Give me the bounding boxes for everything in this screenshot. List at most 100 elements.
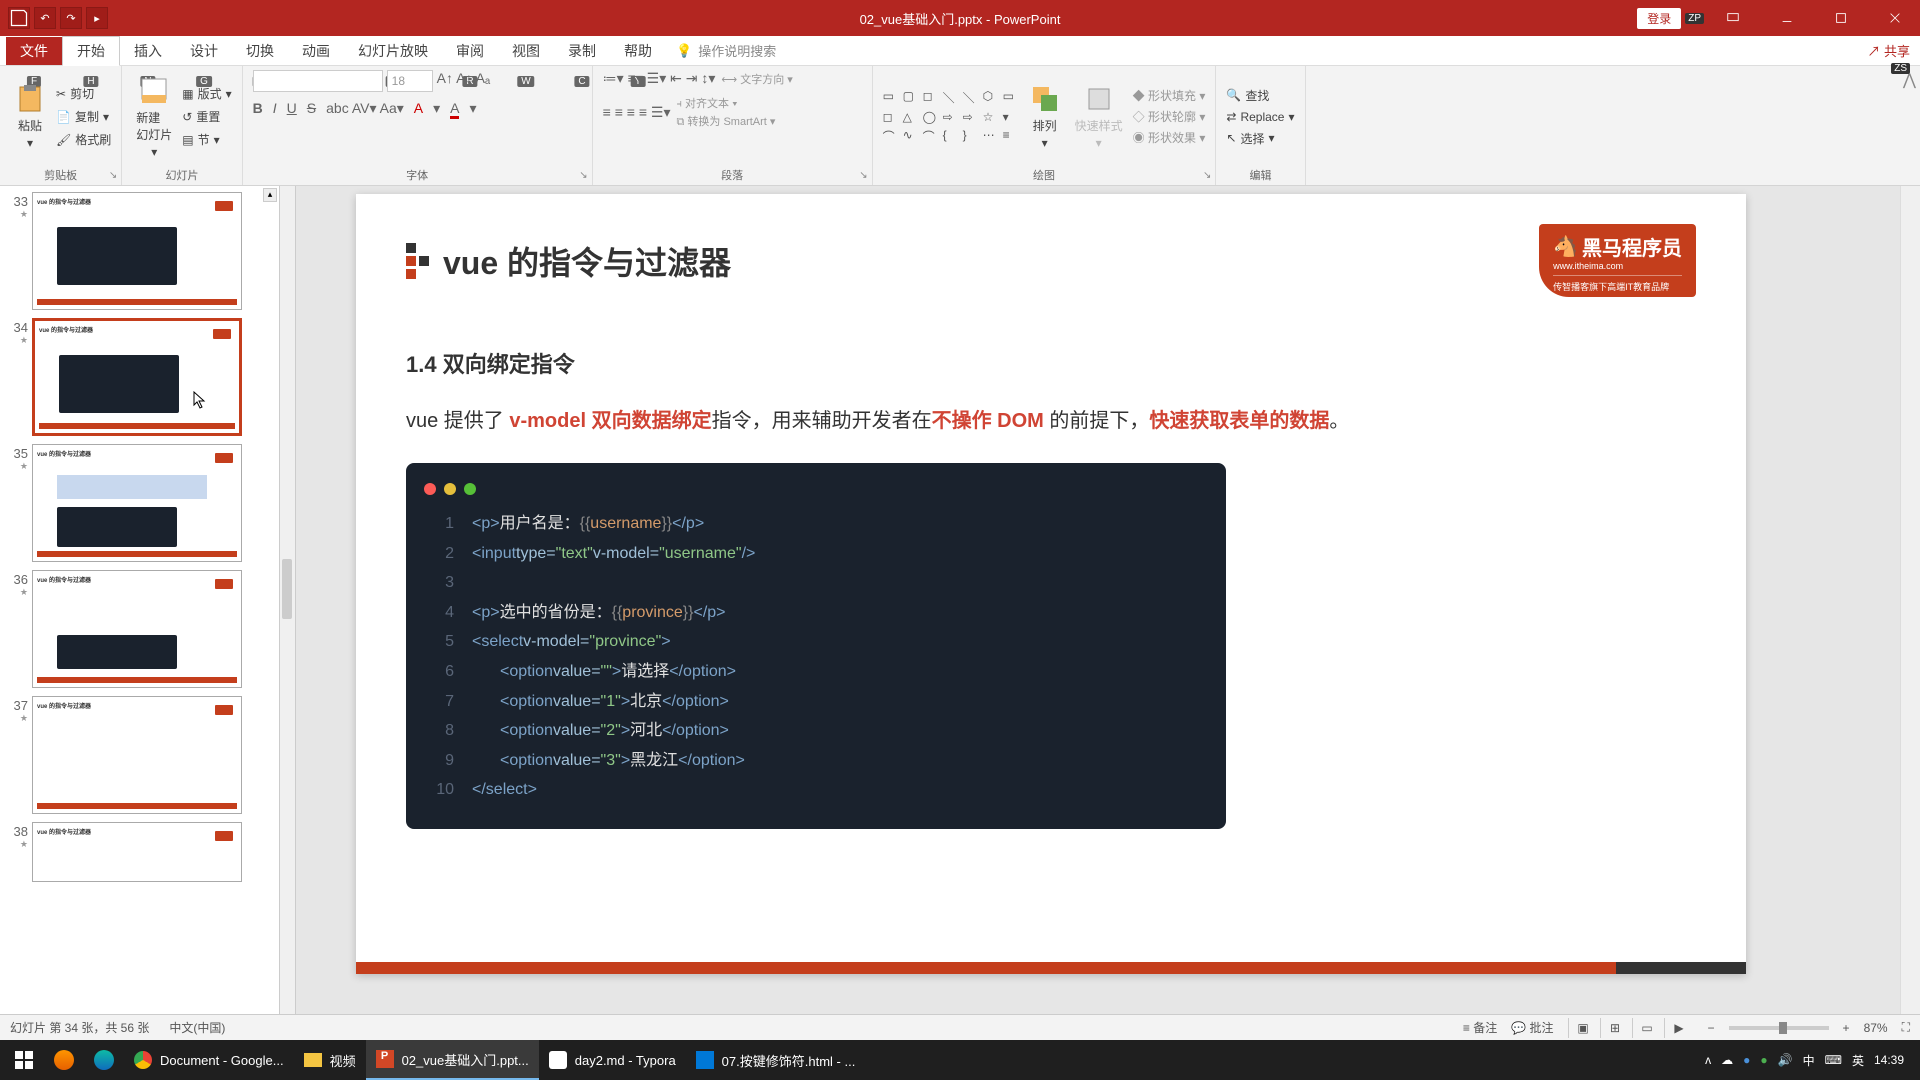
find-button[interactable]: 🔍 查找 (1226, 87, 1294, 104)
quick-styles[interactable]: 快速样式▾ (1071, 81, 1127, 152)
ribbon: 粘贴▾ ✂ 剪切 📄 复制 ▾ 🖌 格式刷 剪贴板↘ 新建 幻灯片▾ ▦ 版式 … (0, 66, 1920, 186)
comments-button[interactable]: 💬 批注 (1511, 1019, 1553, 1036)
minimize-button[interactable] (1762, 0, 1812, 36)
text-direction[interactable]: ⟷ 文字方向 ▾ (721, 71, 792, 87)
slide-title: vue 的指令与过滤器 (443, 238, 731, 284)
qa-undo[interactable]: ↶2 (34, 7, 56, 29)
tab-record[interactable]: 录制C (554, 37, 610, 65)
display-options[interactable] (1708, 0, 1758, 36)
normal-view[interactable]: ▣ (1568, 1018, 1598, 1038)
group-drawing: ▭▢◻＼＼⬡▭ ◻△◯⇨⇨☆▾ ⌒∿⌒{}⋯≡ 排列▾ 快速样式▾ ◆ 形状填充… (873, 66, 1217, 185)
tab-transitions[interactable]: 切换K (232, 37, 288, 65)
itheima-logo: 🐴 黑马程序员 www.itheima.com 传智播客旗下高端IT教育品牌 (1539, 224, 1696, 297)
arrange-button[interactable]: 排列▾ (1025, 81, 1065, 152)
reading-view[interactable]: ▭ (1632, 1018, 1662, 1038)
fit-to-window[interactable]: ⛶ (1902, 1020, 1910, 1035)
group-font: A↑ A↓ Aₐ B I U S abc AV▾ Aa▾ A▾ A▾ 字体↘ (243, 66, 593, 185)
task-edge[interactable] (84, 1040, 124, 1080)
system-tray[interactable]: ʌ ☁ ●●🔊 中⌨英 14:39 (1705, 1052, 1916, 1069)
body-text: vue 提供了 v-model 双向数据绑定指令，用来辅助开发者在不操作 DOM… (406, 403, 1696, 439)
task-vscode[interactable]: 07.按键修饰符.html - ... (686, 1040, 866, 1080)
slide-thumbnail-panel[interactable]: ▴ 33★ vue 的指令与过滤器 34★ vue 的指令与过滤器 35★ vu… (0, 186, 280, 1014)
shape-outline[interactable]: ◇ 形状轮廓 ▾ (1133, 108, 1206, 125)
font-name-input[interactable] (253, 70, 383, 92)
thumb-37[interactable]: vue 的指令与过滤器 (32, 696, 242, 814)
zoom-out[interactable]: − (1708, 1021, 1715, 1035)
title-decoration (406, 243, 429, 279)
workspace-scrollbar[interactable] (1900, 186, 1920, 1014)
group-editing: 🔍 查找 ⇄ Replace ▾ ↖ 选择 ▾ 编辑 (1216, 66, 1305, 185)
tab-animations[interactable]: 动画A (288, 37, 344, 65)
sorter-view[interactable]: ⊞ (1600, 1018, 1630, 1038)
window-title: 02_vue基础入门.pptx - PowerPoint (860, 9, 1061, 28)
shape-effects[interactable]: ◉ 形状效果 ▾ (1133, 129, 1206, 146)
view-buttons: ▣ ⊞ ▭ ▶ (1568, 1018, 1694, 1038)
language-indicator[interactable]: 中文(中国) (169, 1019, 225, 1036)
shapes-gallery[interactable]: ▭▢◻＼＼⬡▭ ◻△◯⇨⇨☆▾ ⌒∿⌒{}⋯≡ (883, 89, 1019, 145)
thumb-36[interactable]: vue 的指令与过滤器 (32, 570, 242, 688)
cut-button[interactable]: ✂ 剪切 (56, 85, 111, 102)
thumb-35[interactable]: vue 的指令与过滤器 (32, 444, 242, 562)
splitter[interactable] (280, 186, 296, 1014)
thumb-33[interactable]: vue 的指令与过滤器 (32, 192, 242, 310)
thumb-38[interactable]: vue 的指令与过滤器 (32, 822, 242, 882)
tab-file[interactable]: 文件F (6, 37, 62, 65)
tab-home[interactable]: 开始H (62, 36, 120, 66)
group-paragraph: ≔▾ ≡▾ ☰▾ ⇤ ⇥ ↕▾ ⟷ 文字方向 ▾ ≡ ≡ ≡ ≡ ☰▾ ⫞ 对齐… (593, 66, 873, 185)
quick-access: 1 ↶2 ↷3 ▸4 (8, 7, 108, 29)
task-typora[interactable]: day2.md - Typora (539, 1040, 686, 1080)
font-size-input[interactable] (387, 70, 433, 92)
replace-button[interactable]: ⇄ Replace ▾ (1226, 110, 1294, 124)
qa-redo[interactable]: ↷3 (60, 7, 82, 29)
slide-workspace: vue 的指令与过滤器 🐴 黑马程序员 www.itheima.com 传智播客… (296, 186, 1920, 1014)
slideshow-view[interactable]: ▶ (1664, 1018, 1694, 1038)
login-button[interactable]: 登录 (1637, 8, 1681, 29)
tab-view[interactable]: 视图W (498, 37, 554, 65)
task-firefox[interactable] (44, 1040, 84, 1080)
reset-button[interactable]: ↺ 重置 (182, 108, 231, 125)
collapse-ribbon[interactable]: ⋀ (1903, 72, 1916, 89)
qa-start[interactable]: ▸4 (86, 7, 108, 29)
clock[interactable]: 14:39 (1874, 1053, 1904, 1067)
task-powerpoint[interactable]: P02_vue基础入门.ppt... (366, 1040, 539, 1080)
maximize-button[interactable] (1816, 0, 1866, 36)
statusbar: 幻灯片 第 34 张，共 56 张 中文(中国) ≡ 备注 💬 批注 ▣ ⊞ ▭… (0, 1014, 1920, 1040)
tray-weather[interactable]: ☁ (1721, 1053, 1733, 1067)
slide-footer-bar (356, 962, 1746, 974)
close-button[interactable] (1870, 0, 1920, 36)
tab-design[interactable]: 设计G (176, 37, 232, 65)
thumb-34[interactable]: vue 的指令与过滤器 (32, 318, 242, 436)
taskbar: Document - Google... 视频 P02_vue基础入门.ppt.… (0, 1040, 1920, 1080)
share-button[interactable]: ↗ 共享ZS (1867, 41, 1910, 60)
tab-review[interactable]: 审阅R (442, 37, 498, 65)
tab-insert[interactable]: 插入N (120, 37, 176, 65)
select-button[interactable]: ↖ 选择 ▾ (1226, 130, 1294, 147)
section-button[interactable]: ▤ 节 ▾ (182, 131, 231, 148)
tray-chevron[interactable]: ʌ (1705, 1053, 1711, 1067)
start-button[interactable] (4, 1040, 44, 1080)
paste-button[interactable]: 粘贴▾ (10, 81, 50, 152)
font-style-bar[interactable]: B I U S abc AV▾ Aa▾ A▾ A▾ (253, 100, 477, 119)
slide-canvas[interactable]: vue 的指令与过滤器 🐴 黑马程序员 www.itheima.com 传智播客… (356, 194, 1746, 974)
section-title: 1.4 双向绑定指令 (406, 347, 1696, 379)
layout-button[interactable]: ▦ 版式 ▾ (182, 85, 231, 102)
smartart[interactable]: ⧉ 转换为 SmartArt ▾ (676, 113, 775, 129)
titlebar: 1 ↶2 ↷3 ▸4 02_vue基础入门.pptx - PowerPoint … (0, 0, 1920, 36)
align-text[interactable]: ⫞ 对齐文本 ▾ (676, 95, 775, 111)
new-slide-button[interactable]: 新建 幻灯片▾ (132, 73, 176, 161)
format-painter[interactable]: 🖌 格式刷 (56, 131, 111, 148)
tell-me-search[interactable]: 💡 操作说明搜索Q (676, 41, 776, 60)
copy-button[interactable]: 📄 复制 ▾ (56, 108, 111, 125)
notes-button[interactable]: ≡ 备注 (1463, 1019, 1497, 1036)
group-slides: 新建 幻灯片▾ ▦ 版式 ▾ ↺ 重置 ▤ 节 ▾ 幻灯片 (122, 66, 242, 185)
zoom-level[interactable]: 87% (1864, 1021, 1888, 1035)
task-folder[interactable]: 视频 (294, 1040, 366, 1080)
tab-help[interactable]: 帮助Y (610, 37, 666, 65)
zoom-slider[interactable] (1729, 1026, 1829, 1030)
qa-save[interactable]: 1 (8, 7, 30, 29)
shape-fill[interactable]: ◆ 形状填充 ▾ (1133, 87, 1206, 104)
zoom-in[interactable]: + (1843, 1021, 1850, 1035)
task-chrome-doc[interactable]: Document - Google... (124, 1040, 294, 1080)
tab-slideshow[interactable]: 幻灯片放映S (344, 37, 442, 65)
scroll-up[interactable]: ▴ (263, 188, 277, 202)
